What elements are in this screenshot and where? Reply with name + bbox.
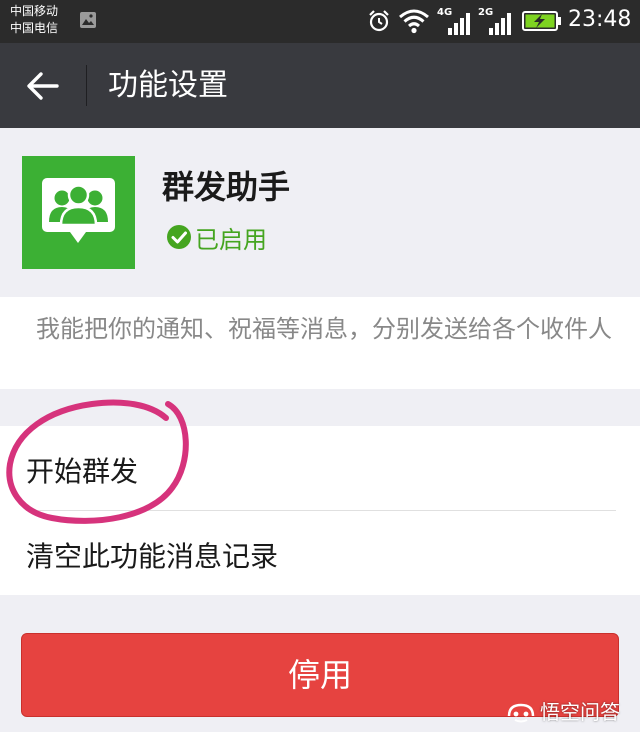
back-button[interactable] (18, 63, 68, 108)
signal-icon (448, 13, 470, 35)
annotation-circle (6, 399, 189, 524)
watermark-text: 悟空问答 (540, 700, 620, 724)
clear-history-label: 清空此功能消息记录 (26, 540, 279, 573)
status-bar: 中国移动 中国电信 4G 2G 23:48 (0, 0, 640, 43)
group-chat-icon (42, 178, 115, 243)
app-header: 群发助手 已启用 (0, 128, 640, 296)
enabled-text: 已启用 (195, 225, 267, 254)
wukong-logo-icon (507, 703, 535, 722)
carrier-info: 中国移动 中国电信 (10, 3, 58, 37)
watermark: 悟空问答 (506, 696, 620, 725)
network-2g: 2G (478, 7, 512, 35)
description-panel: 我能把你的通知、祝福等消息，分别发送给各个收件人 (0, 297, 640, 389)
check-circle-icon (167, 225, 191, 249)
carrier-1: 中国移动 (10, 4, 59, 18)
arrow-left-icon (27, 72, 59, 100)
app-logo (22, 156, 135, 269)
battery-charging-icon (522, 11, 561, 31)
clock: 23:48 (568, 7, 632, 32)
enabled-status: 已启用 (166, 222, 267, 254)
wifi-icon (399, 9, 429, 34)
gallery-icon (80, 12, 96, 28)
app-name: 群发助手 (162, 168, 291, 206)
network-4g: 4G (437, 7, 471, 35)
carrier-2: 中国电信 (10, 21, 59, 35)
title-divider (86, 65, 87, 106)
page-title: 功能设置 (108, 68, 228, 103)
title-bar: 功能设置 (0, 43, 640, 128)
signal-icon (489, 13, 511, 35)
alarm-icon (369, 10, 389, 32)
description-text: 我能把你的通知、祝福等消息，分别发送给各个收件人 (36, 315, 612, 343)
